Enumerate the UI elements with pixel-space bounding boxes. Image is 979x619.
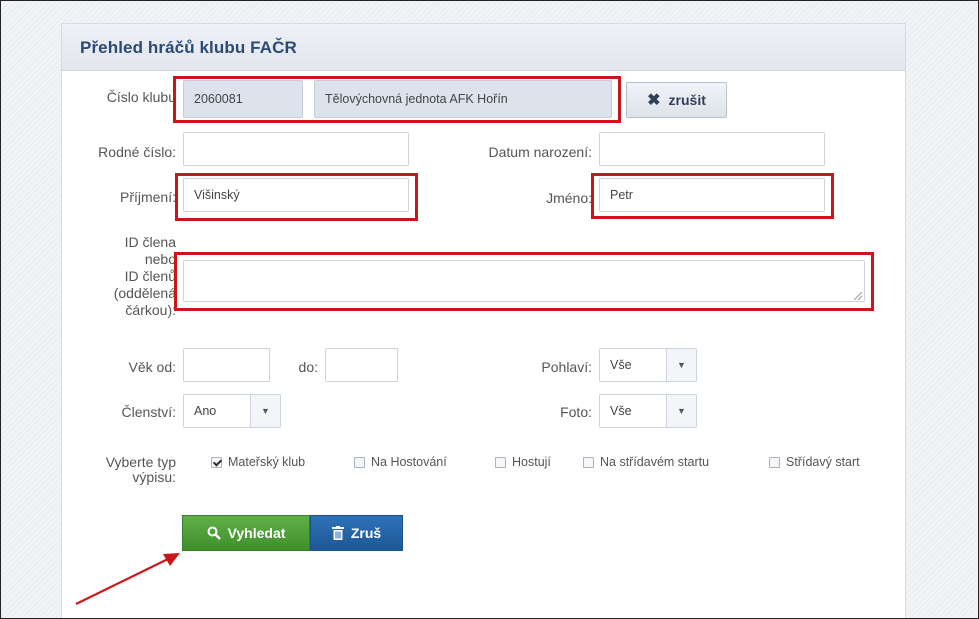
surname-label: Příjmení:	[119, 189, 176, 205]
membership-label: Členství:	[121, 404, 176, 420]
gender-label: Pohlaví:	[541, 359, 592, 375]
age-from-input[interactable]	[183, 348, 270, 382]
club-highlight-box	[173, 76, 621, 123]
chevron-down-icon[interactable]: ▼	[250, 395, 280, 427]
chevron-down-icon[interactable]: ▼	[666, 395, 696, 427]
member-id-label-line: čárkou):	[125, 302, 176, 318]
age-from-label: Věk od:	[128, 359, 176, 375]
gender-select[interactable]: Vše ▼	[599, 348, 697, 382]
member-id-label: ID člena nebo ID členů (oddělená čárkou)…	[70, 234, 176, 319]
member-id-label-line: ID členů	[124, 268, 176, 284]
listing-type-label-line: výpisu:	[132, 469, 176, 485]
listing-type-label-line: Vyberte typ	[105, 454, 176, 470]
checkbox-label: Na střídavém startu	[600, 455, 710, 469]
membership-select[interactable]: Ano ▼	[183, 394, 281, 428]
checkbox-label: Střídavý start	[786, 455, 860, 469]
checkbox-unchecked-icon[interactable]	[583, 456, 594, 468]
member-id-label-line: (oddělená	[113, 285, 176, 301]
search-button-label: Vyhledat	[227, 525, 286, 541]
search-button[interactable]: Vyhledat	[182, 515, 310, 551]
club-cancel-label: zrušit	[668, 92, 706, 108]
club-cancel-button[interactable]: ✖ zrušit	[626, 82, 727, 118]
checkbox-hostuji[interactable]: Hostují	[495, 455, 551, 469]
gender-select-value: Vše	[610, 358, 632, 372]
photo-select[interactable]: Vše ▼	[599, 394, 697, 428]
checkbox-unchecked-icon[interactable]	[354, 456, 365, 468]
birth-date-label: Datum narození:	[488, 144, 593, 160]
checkbox-unchecked-icon[interactable]	[769, 456, 780, 468]
checkbox-stridavy-start[interactable]: Střídavý start	[769, 455, 860, 469]
member-id-label-line: nebo	[144, 251, 176, 267]
first-name-highlight-box	[591, 173, 834, 219]
checkbox-unchecked-icon[interactable]	[495, 456, 506, 468]
photo-select-value: Vše	[610, 404, 632, 418]
checkbox-label: Mateřský klub	[228, 455, 306, 469]
checkbox-checked-icon[interactable]	[211, 456, 222, 468]
checkbox-na-hostovani[interactable]: Na Hostování	[354, 455, 447, 469]
close-icon: ✖	[647, 92, 661, 109]
first-name-label: Jméno:	[546, 190, 592, 206]
checkbox-na-stridavem-startu[interactable]: Na střídavém startu	[583, 455, 709, 469]
age-to-input[interactable]	[325, 348, 398, 382]
club-number-label: Číslo klubu	[106, 89, 176, 105]
clear-button[interactable]: Zruš	[310, 515, 403, 551]
age-to-label: do:	[298, 359, 318, 375]
surname-highlight-box	[175, 173, 418, 221]
panel-header: Přehled hráčů klubu FAČR	[62, 24, 905, 71]
page-title: Přehled hráčů klubu FAČR	[80, 38, 297, 57]
birth-date-input[interactable]	[599, 132, 825, 166]
listing-type-label: Vyberte typ výpisu:	[70, 455, 176, 485]
checkbox-materský-klub[interactable]: Mateřský klub	[211, 455, 305, 469]
member-id-label-line: ID člena	[124, 234, 176, 250]
search-icon	[207, 526, 221, 540]
checkbox-label: Hostují	[512, 455, 551, 469]
chevron-down-icon[interactable]: ▼	[666, 349, 696, 381]
member-id-highlight-box	[174, 252, 874, 311]
clear-button-label: Zruš	[350, 525, 382, 541]
trash-icon	[331, 526, 344, 540]
birth-number-label: Rodné číslo:	[98, 144, 176, 160]
membership-select-value: Ano	[194, 404, 217, 418]
birth-number-input[interactable]	[183, 132, 409, 166]
photo-label: Foto:	[560, 404, 592, 420]
checkbox-label: Na Hostování	[371, 455, 447, 469]
